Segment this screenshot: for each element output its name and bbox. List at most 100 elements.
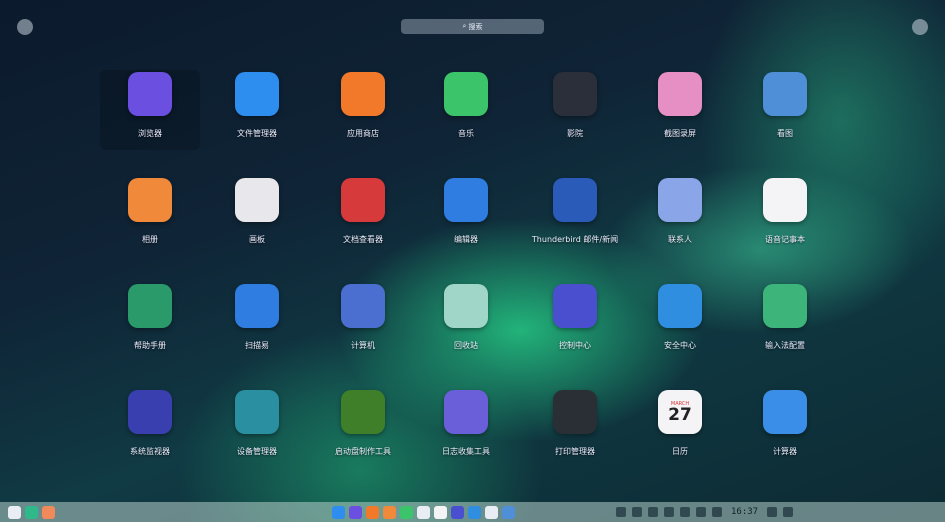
control-center-icon <box>553 284 597 328</box>
document-viewer-icon <box>341 178 385 222</box>
taskbar-album-icon[interactable] <box>383 505 396 519</box>
app-text-editor[interactable]: 编辑器 <box>416 176 516 256</box>
calendar-icon: MARCH 27 <box>658 390 702 434</box>
app-grid: 浏览器 文件管理器 应用商店 音乐 影院 截图录屏 看图相册 画板 文档查看器 编辑器 Thunde… <box>0 0 945 522</box>
app-app-store[interactable]: 应用商店 <box>313 70 413 150</box>
tray-keyboard-icon[interactable] <box>632 507 642 517</box>
app-label: 画板 <box>249 235 265 244</box>
app-label: 设备管理器 <box>237 447 277 456</box>
tray-network-icon[interactable] <box>616 507 626 517</box>
app-label: 语音记事本 <box>765 235 805 244</box>
tray-battery-icon[interactable] <box>712 507 722 517</box>
screenshot-camera-icon <box>658 72 702 116</box>
app-thunderbird[interactable]: Thunderbird 邮件/新闻 <box>525 176 625 256</box>
tray-usb-icon[interactable] <box>648 507 658 517</box>
app-device-manager[interactable]: 设备管理器 <box>207 388 307 468</box>
album-icon <box>128 178 172 222</box>
app-image-viewer[interactable]: 看图 <box>735 70 835 150</box>
boot-disk-icon <box>341 390 385 434</box>
taskbar-document-viewer-icon[interactable] <box>417 505 430 519</box>
thunderbird-icon <box>553 178 597 222</box>
app-music[interactable]: 音乐 <box>416 70 516 150</box>
app-label: 应用商店 <box>347 129 379 138</box>
app-calendar[interactable]: MARCH 27 日历 <box>630 388 730 468</box>
app-label: 编辑器 <box>454 235 478 244</box>
app-label: 浏览器 <box>138 129 162 138</box>
app-label: 计算机 <box>351 341 375 350</box>
folder-icon <box>235 72 279 116</box>
app-printer[interactable]: 打印管理器 <box>525 388 625 468</box>
taskbar-launcher-icon[interactable] <box>8 505 21 519</box>
taskbar-control-center-icon[interactable] <box>451 505 464 519</box>
taskbar-trash-icon[interactable] <box>485 505 498 519</box>
app-folder[interactable]: 文件管理器 <box>207 70 307 150</box>
app-screenshot-camera[interactable]: 截图录屏 <box>630 70 730 150</box>
app-system-monitor[interactable]: 系统监视器 <box>100 388 200 468</box>
app-help-manual[interactable]: 帮助手册 <box>100 282 200 362</box>
trash-icon <box>444 284 488 328</box>
computer-icon <box>341 284 385 328</box>
taskbar-file-manager-icon[interactable] <box>332 505 345 519</box>
taskbar-browser-icon[interactable] <box>349 505 362 519</box>
app-movie-player[interactable]: 影院 <box>525 70 625 150</box>
app-control-center[interactable]: 控制中心 <box>525 282 625 362</box>
calculator-icon <box>763 390 807 434</box>
app-contacts[interactable]: 联系人 <box>630 176 730 256</box>
voice-notes-icon <box>763 178 807 222</box>
taskbar-calendar-icon[interactable] <box>434 505 447 519</box>
tray-wifi-icon[interactable] <box>680 507 690 517</box>
app-document-viewer[interactable]: 文档查看器 <box>313 176 413 256</box>
taskbar-music-icon[interactable] <box>400 505 413 519</box>
app-label: 控制中心 <box>559 341 591 350</box>
taskbar-app-store-icon[interactable] <box>366 505 379 519</box>
app-calculator[interactable]: 计算器 <box>735 388 835 468</box>
app-log-collector[interactable]: 日志收集工具 <box>416 388 516 468</box>
app-label: 打印管理器 <box>555 447 595 456</box>
app-security-shield[interactable]: 安全中心 <box>630 282 730 362</box>
music-icon <box>444 72 488 116</box>
app-label: 影院 <box>567 129 583 138</box>
app-label: Thunderbird 邮件/新闻 <box>531 235 619 244</box>
app-label: 扫描易 <box>245 341 269 350</box>
tray-assistant-icon[interactable] <box>767 507 778 517</box>
app-browser[interactable]: 浏览器 <box>100 70 200 150</box>
app-album[interactable]: 相册 <box>100 176 200 256</box>
app-trash[interactable]: 回收站 <box>416 282 516 362</box>
app-voice-notes[interactable]: 语音记事本 <box>735 176 835 256</box>
app-label: 日历 <box>672 447 688 456</box>
tray-volume-icon[interactable] <box>664 507 674 517</box>
device-manager-icon <box>235 390 279 434</box>
printer-icon <box>553 390 597 434</box>
taskbar-security-shield-icon[interactable] <box>468 505 481 519</box>
tray-trash-bin-icon[interactable] <box>783 507 794 517</box>
clock-time: 16:37 <box>731 506 759 517</box>
clock[interactable]: 16:37 <box>731 506 759 517</box>
scanner-icon <box>235 284 279 328</box>
app-label: 安全中心 <box>664 341 696 350</box>
taskbar-image-viewer-icon[interactable] <box>502 505 515 519</box>
app-boot-disk[interactable]: 启动盘制作工具 <box>313 388 413 468</box>
app-label: 看图 <box>777 129 793 138</box>
app-scanner[interactable]: 扫描易 <box>207 282 307 362</box>
tray-notification-icon[interactable] <box>696 507 706 517</box>
app-label: 文件管理器 <box>237 129 277 138</box>
app-input-method[interactable]: 输入法配置 <box>735 282 835 362</box>
app-computer[interactable]: 计算机 <box>313 282 413 362</box>
log-collector-icon <box>444 390 488 434</box>
app-label: 联系人 <box>668 235 692 244</box>
app-store-icon <box>341 72 385 116</box>
input-method-icon <box>763 284 807 328</box>
taskbar-desktop-icon[interactable] <box>42 505 55 519</box>
app-label: 音乐 <box>458 129 474 138</box>
taskbar-multitask-view-icon[interactable] <box>25 505 38 519</box>
app-paint-board[interactable]: 画板 <box>207 176 307 256</box>
taskbar: 16:37 <box>0 502 945 522</box>
paint-board-icon <box>235 178 279 222</box>
app-label: 系统监视器 <box>130 447 170 456</box>
browser-icon <box>128 72 172 116</box>
app-label: 文档查看器 <box>343 235 383 244</box>
calendar-day: 27 <box>668 404 692 425</box>
app-label: 截图录屏 <box>664 129 696 138</box>
app-label: 帮助手册 <box>134 341 166 350</box>
help-manual-icon <box>128 284 172 328</box>
